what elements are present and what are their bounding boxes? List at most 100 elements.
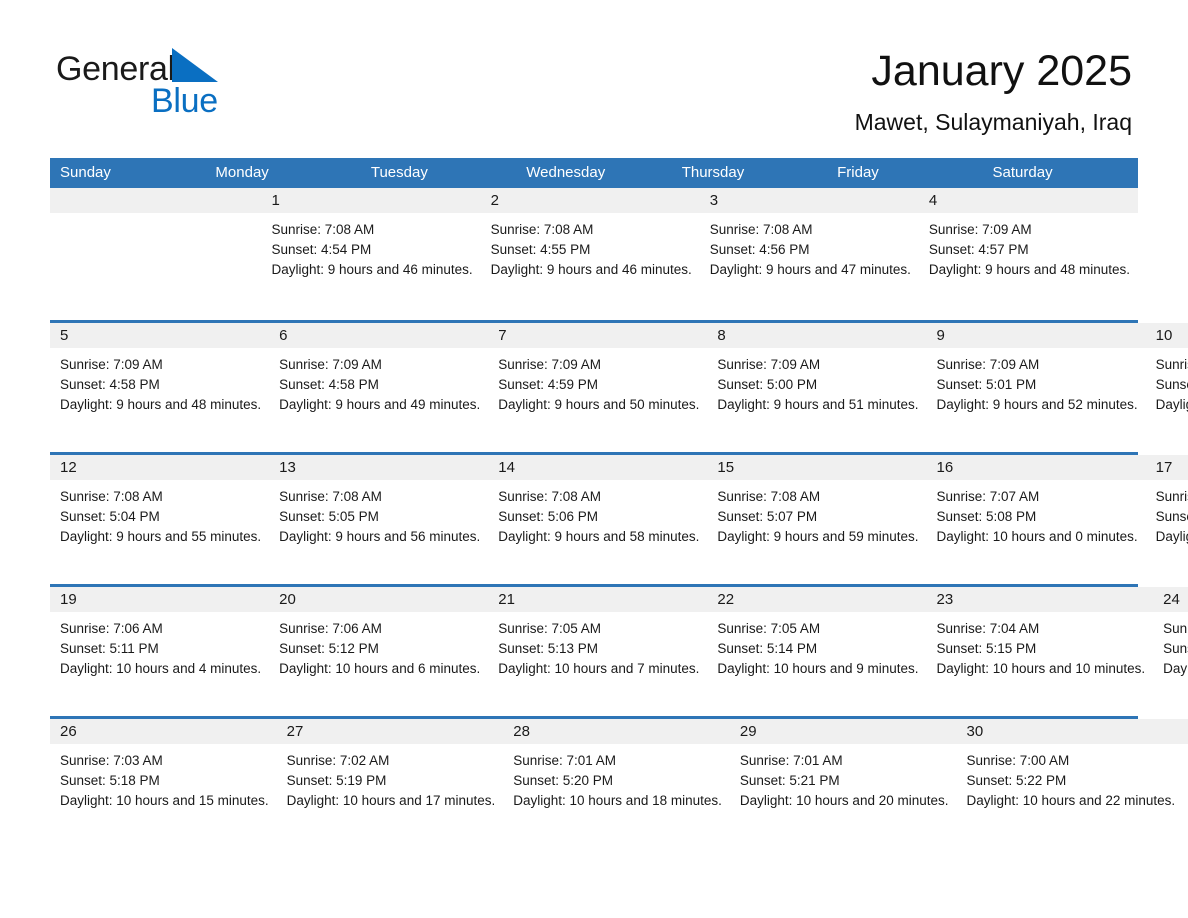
day-number: 13 bbox=[269, 455, 489, 480]
day-details: Sunrise: 7:01 AM Sunset: 5:21 PM Dayligh… bbox=[730, 744, 957, 811]
day-details: Sunrise: 7:05 AM Sunset: 5:14 PM Dayligh… bbox=[707, 612, 926, 679]
day-details: Sunrise: 7:09 AM Sunset: 4:58 PM Dayligh… bbox=[269, 348, 488, 415]
sunset-text: Sunset: 4:57 PM bbox=[928, 242, 1029, 257]
day-details: Sunrise: 7:08 AM Sunset: 5:02 PM Dayligh… bbox=[1146, 348, 1188, 415]
sunrise-text: Sunrise: 7:09 AM bbox=[498, 357, 602, 372]
day-cell[interactable]: 12 Sunrise: 7:08 AM Sunset: 5:04 PM Dayl… bbox=[50, 455, 270, 584]
day-details: Sunrise: 7:08 AM Sunset: 5:04 PM Dayligh… bbox=[50, 480, 269, 547]
day-details: Sunrise: 7:05 AM Sunset: 5:13 PM Dayligh… bbox=[488, 612, 707, 679]
sunset-text: Sunset: 5:18 PM bbox=[60, 773, 160, 788]
day-cell[interactable]: 27 Sunrise: 7:02 AM Sunset: 5:19 PM Dayl… bbox=[276, 719, 504, 848]
day-cell[interactable] bbox=[191, 188, 262, 320]
daylight-text: Daylight: 10 hours and 7 minutes. bbox=[498, 661, 700, 676]
day-number: 10 bbox=[1145, 323, 1188, 348]
sunset-text: Sunset: 4:59 PM bbox=[498, 377, 599, 392]
day-cell[interactable]: 31 Sunrise: 6:59 AM Sunset: 5:23 PM Dayl… bbox=[1183, 719, 1188, 848]
day-number: 26 bbox=[50, 719, 277, 744]
day-cell[interactable]: 2 Sunrise: 7:08 AM Sunset: 4:55 PM Dayli… bbox=[480, 188, 700, 320]
sunrise-text: Sunrise: 7:01 AM bbox=[739, 753, 843, 768]
daylight-text: Daylight: 10 hours and 0 minutes. bbox=[936, 529, 1138, 544]
day-number bbox=[50, 188, 121, 213]
day-number: 24 bbox=[1153, 587, 1188, 612]
day-number: 31 bbox=[1183, 719, 1188, 744]
day-cell[interactable]: 21 Sunrise: 7:05 AM Sunset: 5:13 PM Dayl… bbox=[488, 587, 708, 716]
sunrise-text: Sunrise: 7:06 AM bbox=[60, 621, 163, 636]
weekday-header-monday: Monday bbox=[215, 164, 269, 181]
sunrise-text: Sunrise: 7:08 AM bbox=[490, 222, 594, 237]
daylight-text: Daylight: 9 hours and 53 minutes. bbox=[1155, 397, 1188, 412]
sunrise-text: Sunrise: 7:08 AM bbox=[1155, 357, 1188, 372]
day-details: Sunrise: 7:08 AM Sunset: 5:06 PM Dayligh… bbox=[488, 480, 707, 547]
day-cell[interactable]: 13 Sunrise: 7:08 AM Sunset: 5:05 PM Dayl… bbox=[269, 455, 489, 584]
daylight-text: Daylight: 10 hours and 10 minutes. bbox=[936, 661, 1146, 676]
day-cell[interactable]: 20 Sunrise: 7:06 AM Sunset: 5:12 PM Dayl… bbox=[269, 587, 489, 716]
sunset-text: Sunset: 5:06 PM bbox=[498, 509, 599, 524]
daylight-text: Daylight: 9 hours and 58 minutes. bbox=[498, 529, 700, 544]
day-number: 17 bbox=[1145, 455, 1188, 480]
daylight-text: Daylight: 9 hours and 50 minutes. bbox=[498, 397, 700, 412]
day-details bbox=[121, 213, 192, 220]
day-cell[interactable]: 23 Sunrise: 7:04 AM Sunset: 5:15 PM Dayl… bbox=[926, 587, 1154, 716]
title-block: January 2025 Mawet, Sulaymaniyah, Iraq bbox=[855, 46, 1132, 136]
day-cell[interactable]: 1 Sunrise: 7:08 AM Sunset: 4:54 PM Dayli… bbox=[261, 188, 481, 320]
day-cell[interactable]: 30 Sunrise: 7:00 AM Sunset: 5:22 PM Dayl… bbox=[956, 719, 1184, 848]
sunset-text: Sunset: 5:02 PM bbox=[1155, 377, 1188, 392]
day-cell[interactable]: 15 Sunrise: 7:08 AM Sunset: 5:07 PM Dayl… bbox=[707, 455, 927, 584]
sunrise-text: Sunrise: 7:05 AM bbox=[717, 621, 821, 636]
sunset-text: Sunset: 5:08 PM bbox=[936, 509, 1037, 524]
calendar-grid: Sunday Monday Tuesday Wednesday Thursday… bbox=[50, 158, 1188, 848]
day-cell[interactable] bbox=[50, 188, 121, 320]
sunset-text: Sunset: 5:01 PM bbox=[936, 377, 1037, 392]
sunrise-text: Sunrise: 7:01 AM bbox=[513, 753, 617, 768]
day-details: Sunrise: 7:00 AM Sunset: 5:22 PM Dayligh… bbox=[957, 744, 1184, 811]
day-cell[interactable]: 29 Sunrise: 7:01 AM Sunset: 5:21 PM Dayl… bbox=[729, 719, 957, 848]
day-cell[interactable]: 9 Sunrise: 7:09 AM Sunset: 5:01 PM Dayli… bbox=[926, 323, 1146, 452]
sunset-text: Sunset: 4:54 PM bbox=[271, 242, 372, 257]
sunset-text: Sunset: 5:11 PM bbox=[60, 641, 159, 656]
day-number: 3 bbox=[699, 188, 919, 213]
day-cell[interactable]: 14 Sunrise: 7:08 AM Sunset: 5:06 PM Dayl… bbox=[488, 455, 708, 584]
day-cell[interactable]: 4 Sunrise: 7:09 AM Sunset: 4:57 PM Dayli… bbox=[918, 188, 1138, 320]
day-details: Sunrise: 7:07 AM Sunset: 5:08 PM Dayligh… bbox=[927, 480, 1146, 547]
weekday-header-wednesday: Wednesday bbox=[526, 164, 606, 181]
sunset-text: Sunset: 4:55 PM bbox=[490, 242, 591, 257]
day-cell[interactable]: 17 Sunrise: 7:07 AM Sunset: 5:09 PM Dayl… bbox=[1145, 455, 1188, 584]
weekday-header-friday: Friday bbox=[837, 164, 879, 181]
day-details: Sunrise: 7:08 AM Sunset: 4:55 PM Dayligh… bbox=[481, 213, 700, 280]
day-cell[interactable]: 3 Sunrise: 7:08 AM Sunset: 4:56 PM Dayli… bbox=[699, 188, 919, 320]
day-number: 16 bbox=[926, 455, 1146, 480]
page-header: General Blue January 2025 Mawet, Sulayma… bbox=[0, 0, 1188, 152]
day-cell[interactable]: 24 Sunrise: 7:04 AM Sunset: 5:16 PM Dayl… bbox=[1153, 587, 1188, 716]
weekday-header-sunday: Sunday bbox=[60, 164, 111, 181]
day-number: 30 bbox=[956, 719, 1184, 744]
day-cell[interactable]: 10 Sunrise: 7:08 AM Sunset: 5:02 PM Dayl… bbox=[1145, 323, 1188, 452]
week-row: 5 Sunrise: 7:09 AM Sunset: 4:58 PM Dayli… bbox=[50, 320, 1188, 452]
day-cell[interactable]: 16 Sunrise: 7:07 AM Sunset: 5:08 PM Dayl… bbox=[926, 455, 1146, 584]
day-cell[interactable]: 7 Sunrise: 7:09 AM Sunset: 4:59 PM Dayli… bbox=[488, 323, 708, 452]
brand-logo[interactable]: General Blue bbox=[56, 48, 376, 128]
daylight-text: Daylight: 9 hours and 48 minutes. bbox=[928, 262, 1130, 277]
day-number bbox=[191, 188, 262, 213]
day-cell[interactable]: 26 Sunrise: 7:03 AM Sunset: 5:18 PM Dayl… bbox=[50, 719, 277, 848]
calendar-page: General Blue January 2025 Mawet, Sulayma… bbox=[0, 0, 1188, 918]
day-number bbox=[120, 188, 191, 213]
day-number: 27 bbox=[276, 719, 504, 744]
day-cell[interactable]: 22 Sunrise: 7:05 AM Sunset: 5:14 PM Dayl… bbox=[707, 587, 927, 716]
brand-name-blue: Blue bbox=[151, 82, 218, 120]
day-details: Sunrise: 7:09 AM Sunset: 4:59 PM Dayligh… bbox=[488, 348, 707, 415]
daylight-text: Daylight: 9 hours and 55 minutes. bbox=[60, 529, 262, 544]
day-cell[interactable]: 5 Sunrise: 7:09 AM Sunset: 4:58 PM Dayli… bbox=[50, 323, 270, 452]
day-cell[interactable]: 8 Sunrise: 7:09 AM Sunset: 5:00 PM Dayli… bbox=[707, 323, 927, 452]
day-cell[interactable]: 19 Sunrise: 7:06 AM Sunset: 5:11 PM Dayl… bbox=[50, 587, 270, 716]
sunset-text: Sunset: 4:58 PM bbox=[279, 377, 379, 392]
sunset-text: Sunset: 5:07 PM bbox=[717, 509, 818, 524]
sunrise-text: Sunrise: 7:09 AM bbox=[60, 357, 163, 372]
day-details: Sunrise: 7:04 AM Sunset: 5:16 PM Dayligh… bbox=[1153, 612, 1188, 679]
day-cell[interactable]: 6 Sunrise: 7:09 AM Sunset: 4:58 PM Dayli… bbox=[269, 323, 489, 452]
day-details: Sunrise: 7:01 AM Sunset: 5:20 PM Dayligh… bbox=[503, 744, 730, 811]
day-cell[interactable]: 28 Sunrise: 7:01 AM Sunset: 5:20 PM Dayl… bbox=[503, 719, 730, 848]
sunrise-text: Sunrise: 7:03 AM bbox=[60, 753, 163, 768]
day-cell[interactable] bbox=[120, 188, 192, 320]
daylight-text: Daylight: 10 hours and 9 minutes. bbox=[717, 661, 919, 676]
sunrise-text: Sunrise: 7:09 AM bbox=[928, 222, 1032, 237]
